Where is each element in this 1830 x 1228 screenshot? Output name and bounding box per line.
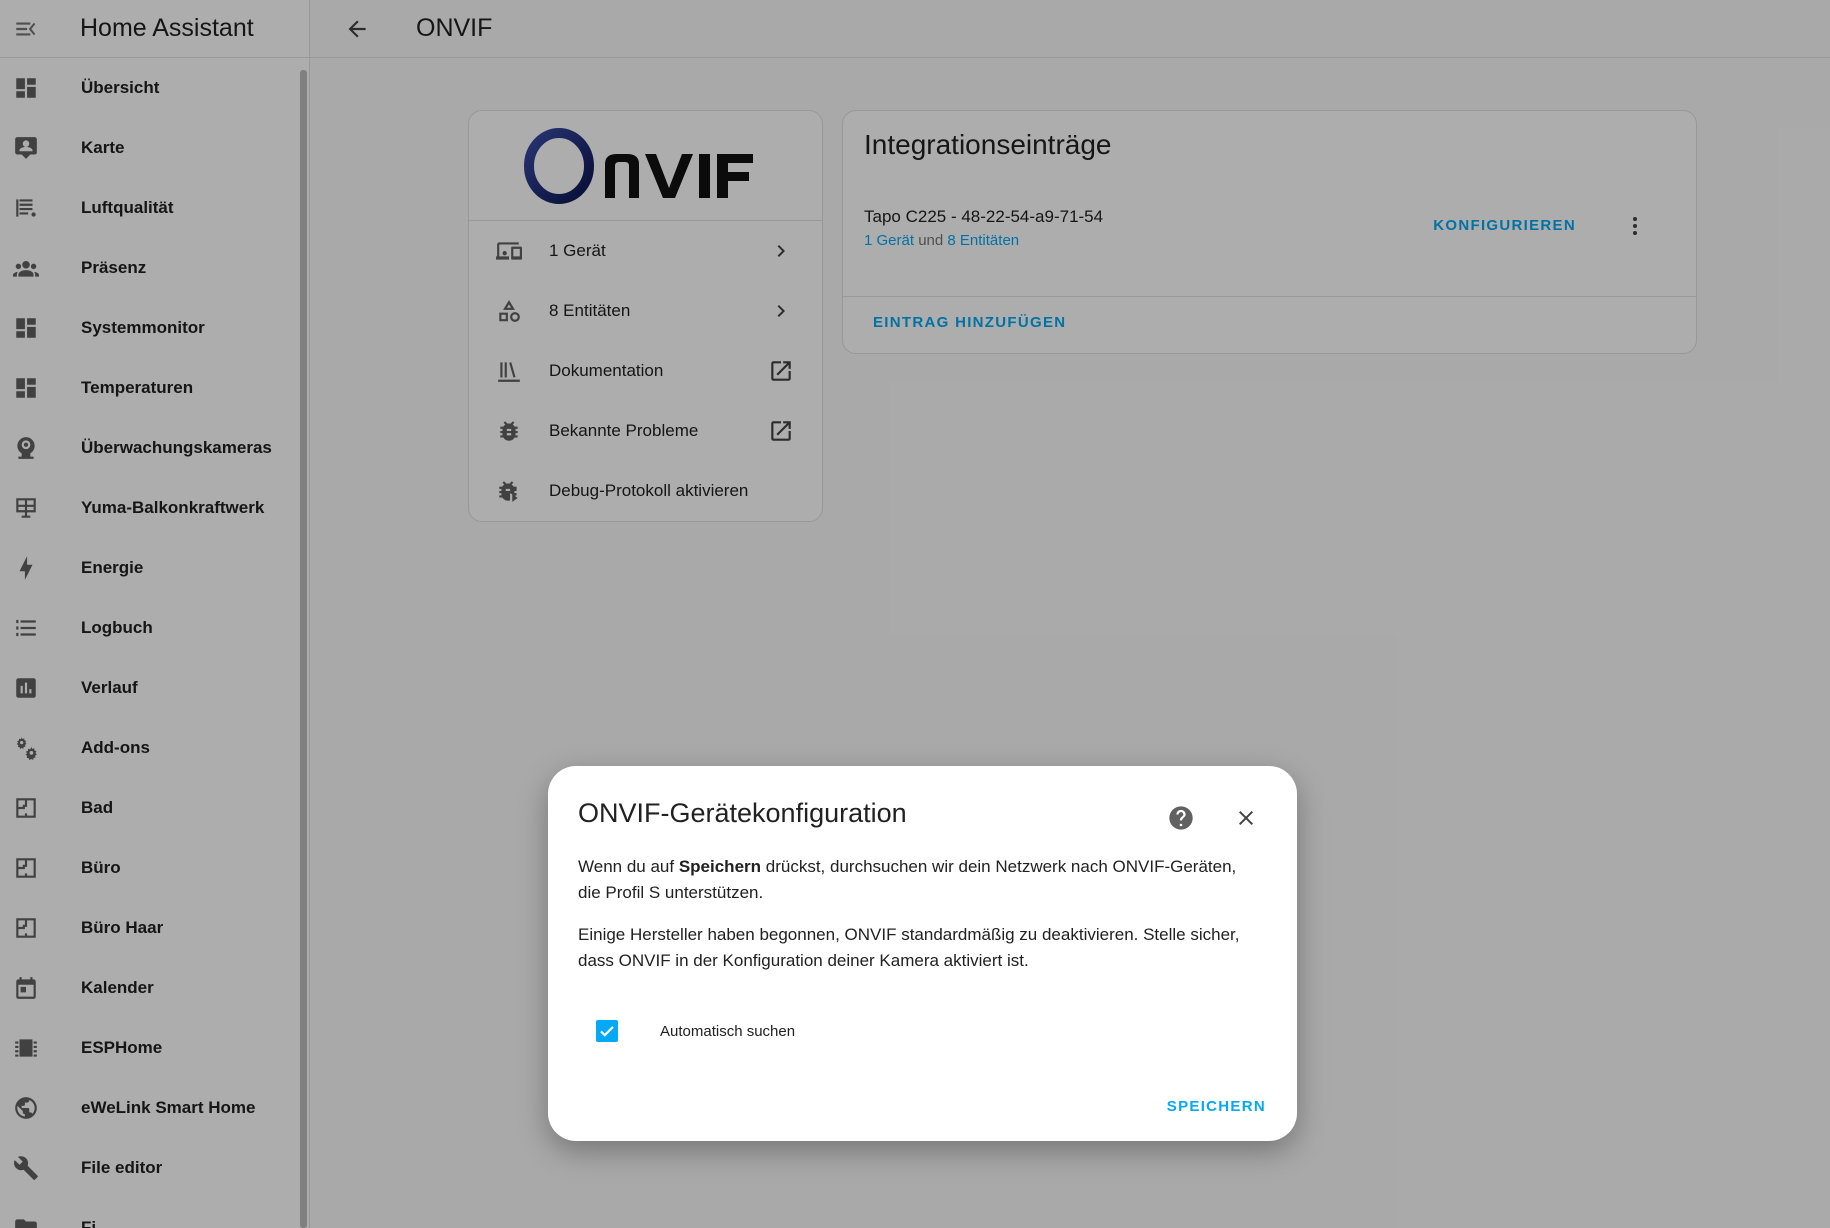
help-icon[interactable] [1165,802,1197,834]
dialog-title: ONVIF-Gerätekonfiguration [578,798,907,828]
dialog-note: Einige Hersteller haben begonnen, ONVIF … [578,925,1240,970]
auto-search-checkbox[interactable]: Automatisch suchen [596,1020,795,1042]
dialog-description: Wenn du auf Speichern drückst, durchsuch… [578,854,1257,906]
description-prefix: Wenn du auf [578,857,679,876]
checkbox-label: Automatisch suchen [660,1022,796,1040]
onvif-config-dialog: ONVIF-Gerätekonfiguration Wenn du auf Sp… [548,766,1297,1141]
description-bold: Speichern [678,857,762,876]
checkbox-checked-icon[interactable] [596,1020,618,1042]
save-button[interactable]: SPEICHERN [1167,1098,1266,1115]
close-icon[interactable] [1230,802,1262,834]
